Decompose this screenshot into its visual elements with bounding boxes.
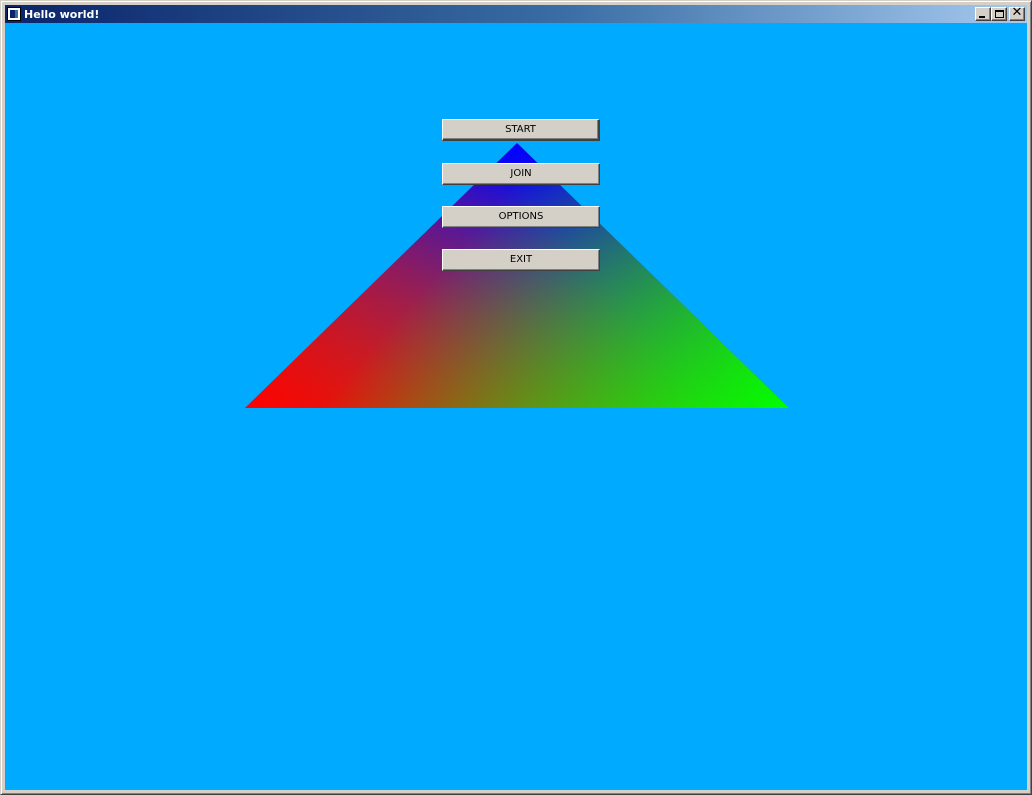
start-button[interactable]: START	[442, 119, 600, 141]
join-button[interactable]: JOIN	[442, 163, 600, 185]
close-button[interactable]: ✕	[1009, 5, 1025, 21]
maximize-icon	[995, 10, 1004, 18]
app-window: Hello world! ✕ START JOIN OPTIONS EXIT	[0, 0, 1032, 795]
app-icon[interactable]	[7, 7, 21, 21]
title-bar[interactable]: Hello world! ✕	[5, 5, 1027, 23]
close-icon: ✕	[1011, 5, 1023, 20]
exit-button[interactable]: EXIT	[442, 249, 600, 271]
minimize-button[interactable]	[975, 7, 991, 21]
minimize-icon	[979, 16, 985, 18]
caption-buttons: ✕	[975, 5, 1025, 21]
render-viewport: START JOIN OPTIONS EXIT	[5, 23, 1027, 790]
window-title: Hello world!	[24, 7, 100, 21]
options-button[interactable]: OPTIONS	[442, 206, 600, 228]
maximize-button[interactable]	[991, 7, 1007, 21]
